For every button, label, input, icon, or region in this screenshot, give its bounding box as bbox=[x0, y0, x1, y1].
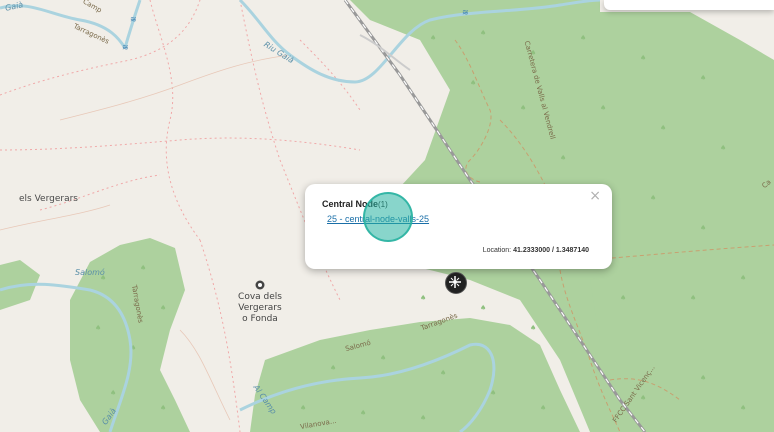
svg-text:♠: ♠ bbox=[480, 29, 486, 37]
poi-label-cova-line3: o Fonda bbox=[242, 314, 278, 324]
svg-text:♠: ♠ bbox=[540, 404, 546, 412]
svg-text:♠: ♠ bbox=[640, 394, 646, 402]
svg-text:≋: ≋ bbox=[130, 15, 137, 24]
svg-text:♠: ♠ bbox=[700, 224, 706, 232]
svg-text:♠: ♠ bbox=[380, 354, 386, 362]
poi-label-cova: Cova dels Vergerars o Fonda bbox=[232, 292, 288, 325]
close-icon[interactable]: × bbox=[589, 188, 601, 204]
svg-text:♠: ♠ bbox=[700, 374, 706, 382]
svg-text:♠: ♠ bbox=[300, 404, 306, 412]
popup-location: Location: 41.2333000 / 1.3487140 bbox=[483, 247, 589, 254]
svg-text:♠: ♠ bbox=[440, 369, 446, 377]
svg-text:♠: ♠ bbox=[740, 404, 746, 412]
svg-text:♠: ♠ bbox=[330, 364, 336, 372]
svg-text:≋: ≋ bbox=[462, 8, 469, 17]
svg-text:≋: ≋ bbox=[122, 43, 129, 52]
popup-title: Central Node(1) bbox=[322, 199, 388, 209]
poi-label-cova-line2: Vergerars bbox=[238, 303, 282, 313]
svg-text:♠: ♠ bbox=[470, 79, 476, 87]
svg-text:♠: ♠ bbox=[420, 414, 426, 422]
location-label: Location: bbox=[482, 247, 512, 254]
svg-text:♠: ♠ bbox=[620, 294, 626, 302]
svg-text:♠: ♠ bbox=[360, 409, 366, 417]
svg-text:♠: ♠ bbox=[430, 34, 436, 42]
svg-text:♠: ♠ bbox=[640, 54, 646, 62]
svg-text:♠: ♠ bbox=[580, 34, 586, 42]
node-popup: × Central Node(1) 25 - central-node-vall… bbox=[305, 184, 612, 269]
svg-text:♠: ♠ bbox=[95, 324, 101, 332]
svg-text:♠: ♠ bbox=[700, 74, 706, 82]
svg-text:♠: ♠ bbox=[720, 144, 726, 152]
svg-text:♠: ♠ bbox=[740, 274, 746, 282]
svg-text:♠: ♠ bbox=[420, 294, 426, 302]
svg-text:♠: ♠ bbox=[480, 304, 486, 312]
svg-text:♠: ♠ bbox=[110, 389, 116, 397]
river-label-salomo: Salomó bbox=[75, 268, 105, 277]
svg-text:♠: ♠ bbox=[520, 104, 526, 112]
popup-title-text: Central Node bbox=[322, 199, 379, 209]
network-node-marker[interactable] bbox=[445, 272, 467, 294]
popup-count: (1) bbox=[378, 200, 388, 209]
svg-text:♠: ♠ bbox=[690, 294, 696, 302]
location-value: 41.2333000 / 1.3487140 bbox=[513, 247, 589, 254]
cave-icon bbox=[255, 280, 265, 290]
svg-text:♠: ♠ bbox=[600, 104, 606, 112]
svg-text:♠: ♠ bbox=[140, 264, 146, 272]
svg-text:♠: ♠ bbox=[160, 304, 166, 312]
poi-label-cova-line1: Cova dels bbox=[238, 292, 282, 302]
svg-text:♠: ♠ bbox=[650, 194, 656, 202]
svg-text:♠: ♠ bbox=[660, 124, 666, 132]
node-link[interactable]: 25 - central-node-valls-25 bbox=[327, 214, 429, 224]
place-label-vergerars: els Vergerars bbox=[19, 194, 78, 204]
svg-text:♠: ♠ bbox=[530, 324, 536, 332]
svg-text:♠: ♠ bbox=[160, 404, 166, 412]
side-panel-edge bbox=[604, 0, 774, 10]
network-node-icon bbox=[449, 276, 461, 288]
